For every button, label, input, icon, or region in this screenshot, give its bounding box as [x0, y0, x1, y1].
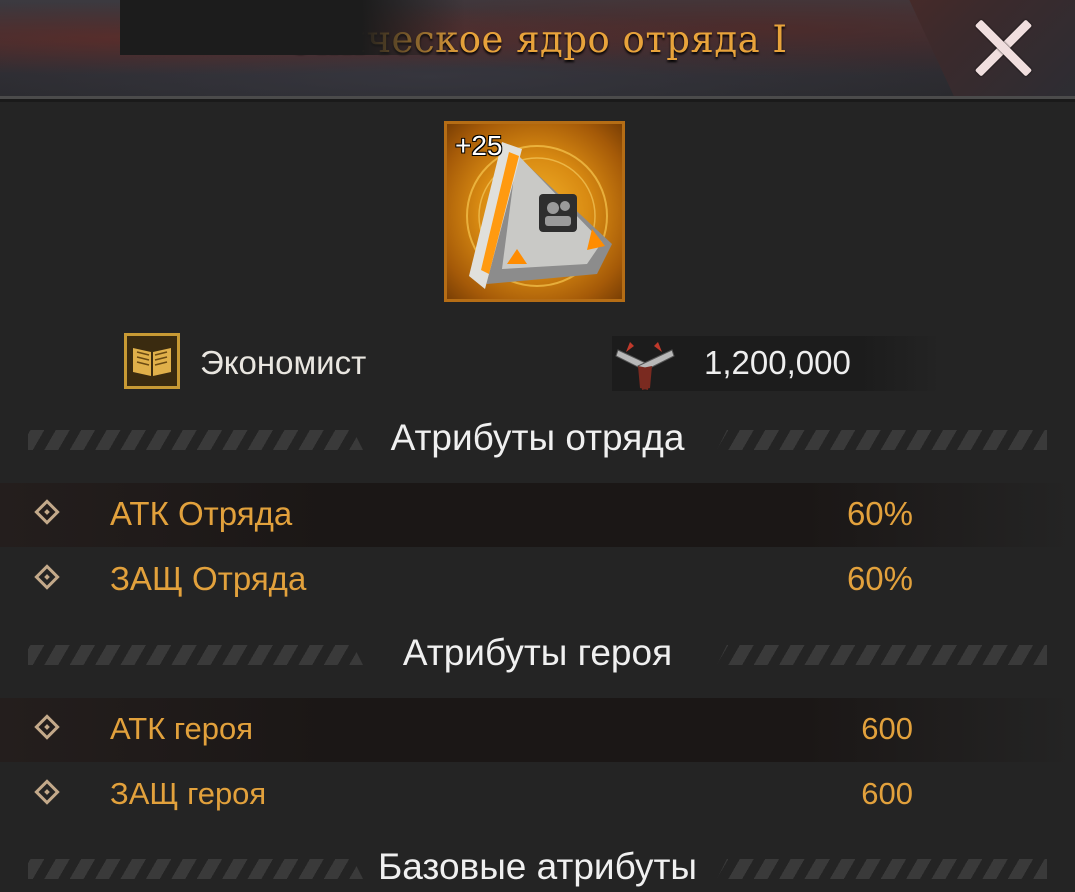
item-level-badge: +25	[455, 130, 503, 161]
diamond-icon	[34, 564, 60, 590]
section-title-base: Базовые атрибуты	[377, 846, 698, 887]
attr-row: ЗАЩ Отряда 60%	[0, 548, 1075, 612]
section-header-squad: Атрибуты отряда	[0, 417, 1075, 463]
diamond-icon	[34, 779, 60, 805]
section-title-hero: Атрибуты героя	[402, 632, 673, 673]
close-icon[interactable]	[971, 16, 1035, 80]
diamond-icon	[34, 499, 60, 525]
section-header-hero: Атрибуты героя	[0, 632, 1075, 678]
diamond-icon	[34, 714, 60, 740]
attr-value: 600	[861, 776, 913, 811]
attr-label: АТК Отряда	[110, 495, 293, 532]
attr-value: 60%	[846, 495, 913, 532]
power-value: 1,200,000	[704, 344, 851, 381]
class-label: Экономист	[200, 344, 367, 381]
attr-value: 60%	[846, 560, 913, 597]
crossed-pistols-icon	[615, 342, 675, 390]
attr-label: ЗАЩ Отряда	[110, 560, 307, 597]
attr-row: ЗАЩ героя 600	[0, 763, 1075, 827]
attr-label: АТК героя	[110, 711, 253, 746]
class-pill	[120, 0, 465, 55]
attr-label: ЗАЩ героя	[110, 776, 267, 811]
section-header-base: Базовые атрибуты	[0, 846, 1075, 892]
section-title-squad: Атрибуты отряда	[390, 417, 685, 458]
attr-row: АТК Отряда 60%	[0, 483, 1075, 547]
item-frame[interactable]: +25	[444, 121, 625, 302]
attr-row: АТК героя 600	[0, 698, 1075, 762]
book-icon	[124, 333, 180, 389]
attr-value: 600	[861, 711, 913, 746]
